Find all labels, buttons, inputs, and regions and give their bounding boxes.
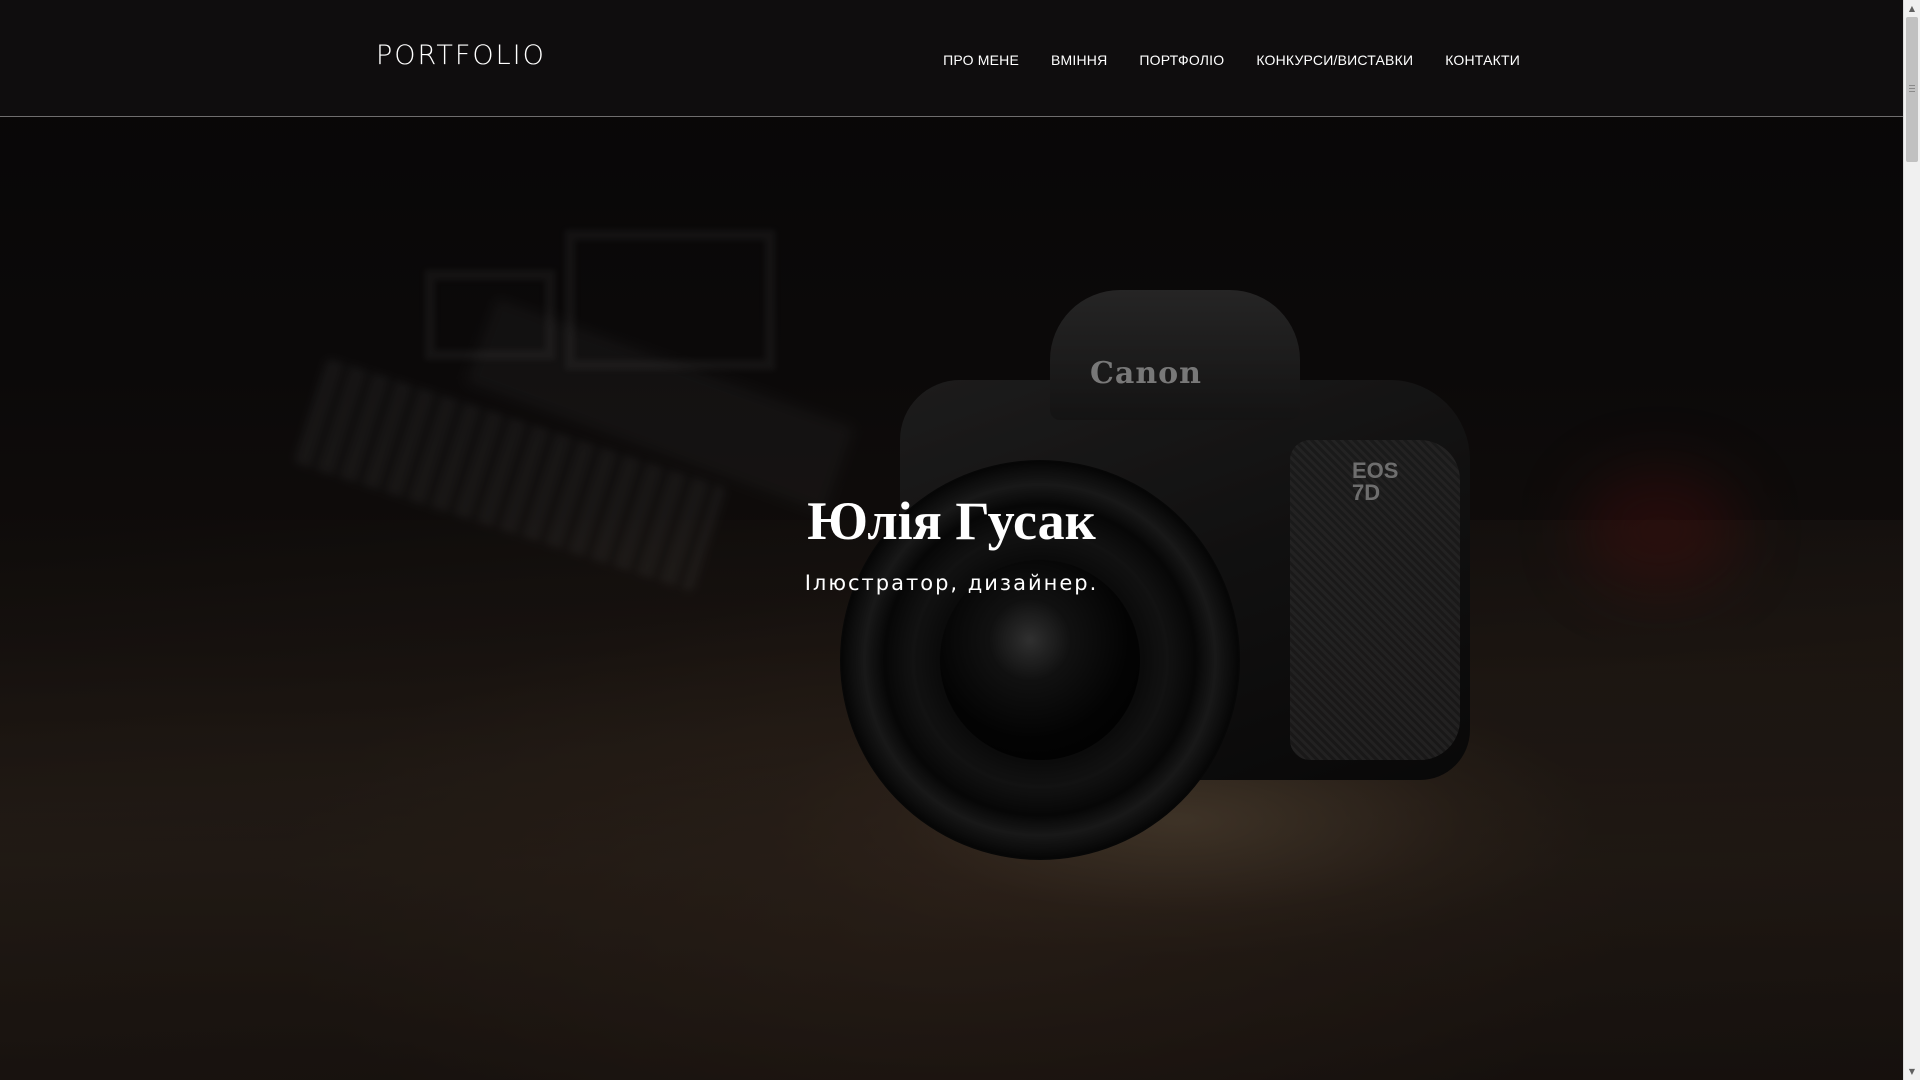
nav-item-about[interactable]: ПРО МЕНЕ [943,52,1019,68]
nav-item-skills[interactable]: ВМІННЯ [1051,52,1107,68]
main-nav: ПРО МЕНЕ ВМІННЯ ПОРТФОЛІО КОНКУРСИ/ВИСТА… [943,52,1520,68]
page-viewport: Canon EOS 7D Юлія Гусак Ілюстратор, диза… [0,0,1903,1080]
scroll-down-button[interactable]: ▼ [1904,1063,1920,1080]
triangle-down-icon: ▼ [1908,1067,1916,1076]
scroll-thumb[interactable] [1906,17,1918,162]
hero-section: Canon EOS 7D Юлія Гусак Ілюстратор, диза… [0,0,1903,1080]
nav-item-contacts[interactable]: КОНТАКТИ [1445,52,1520,68]
scroll-grip-icon [1909,85,1915,93]
site-header: PORTFOLIO ПРО МЕНЕ ВМІННЯ ПОРТФОЛІО КОНК… [0,0,1903,117]
hero-subtitle: Ілюстратор, дизайнер. [804,571,1099,595]
site-logo[interactable]: PORTFOLIO [376,40,546,71]
vertical-scrollbar[interactable]: ▲ ▼ [1903,0,1920,1080]
hero-text-block: Юлія Гусак Ілюстратор, дизайнер. [0,485,1903,595]
nav-item-portfolio[interactable]: ПОРТФОЛІО [1139,52,1224,68]
triangle-up-icon: ▲ [1908,4,1916,13]
nav-item-contests[interactable]: КОНКУРСИ/ВИСТАВКИ [1256,52,1413,68]
hero-name: Юлія Гусак [807,491,1096,551]
scroll-up-button[interactable]: ▲ [1904,0,1920,17]
